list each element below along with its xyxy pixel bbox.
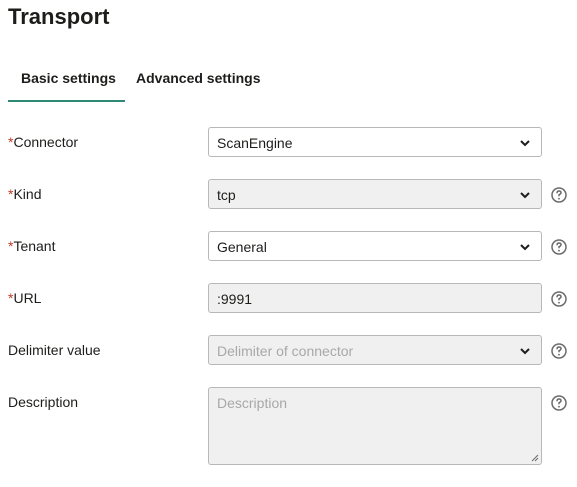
delimiter-placeholder: Delimiter of connector — [217, 343, 354, 359]
kind-label: *Kind — [8, 186, 41, 202]
url-input[interactable]: :9991 — [208, 283, 542, 313]
delimiter-select[interactable]: Delimiter of connector — [208, 335, 542, 365]
tenant-value: General — [217, 239, 267, 255]
resize-handle-icon[interactable] — [531, 454, 539, 462]
url-value: :9991 — [217, 291, 253, 307]
tenant-select[interactable]: General — [208, 231, 542, 261]
help-icon-delimiter[interactable] — [551, 343, 567, 359]
kind-value: tcp — [217, 187, 236, 203]
tab-basic-settings[interactable]: Basic settings — [21, 70, 116, 86]
chevron-down-icon — [520, 244, 530, 251]
chevron-down-icon — [520, 348, 530, 355]
description-label: Description — [8, 394, 79, 410]
kind-label-text: Kind — [13, 186, 42, 202]
chevron-down-icon — [520, 140, 530, 147]
tenant-label-text: Tenant — [13, 238, 56, 254]
url-label-text: URL — [13, 290, 42, 306]
delimiter-label: Delimiter value — [8, 342, 101, 358]
url-label: *URL — [8, 290, 41, 306]
kind-select[interactable]: tcp — [208, 179, 542, 209]
description-textarea[interactable]: Description — [208, 387, 542, 465]
description-placeholder: Description — [217, 395, 288, 411]
page-title: Transport — [8, 4, 110, 29]
help-icon-url[interactable] — [551, 291, 567, 307]
tab-bar: Basic settings Advanced settings — [8, 58, 577, 102]
connector-label-text: Connector — [13, 134, 79, 150]
help-icon-kind[interactable] — [551, 187, 567, 203]
connector-select[interactable]: ScanEngine — [208, 127, 542, 157]
help-icon-tenant[interactable] — [551, 239, 567, 255]
connector-label: *Connector — [8, 134, 78, 150]
tab-advanced-settings[interactable]: Advanced settings — [136, 70, 260, 86]
chevron-down-icon — [520, 192, 530, 199]
active-tab-indicator — [8, 100, 125, 102]
tenant-label: *Tenant — [8, 238, 56, 254]
connector-value: ScanEngine — [217, 135, 293, 151]
help-icon-description[interactable] — [551, 395, 567, 411]
